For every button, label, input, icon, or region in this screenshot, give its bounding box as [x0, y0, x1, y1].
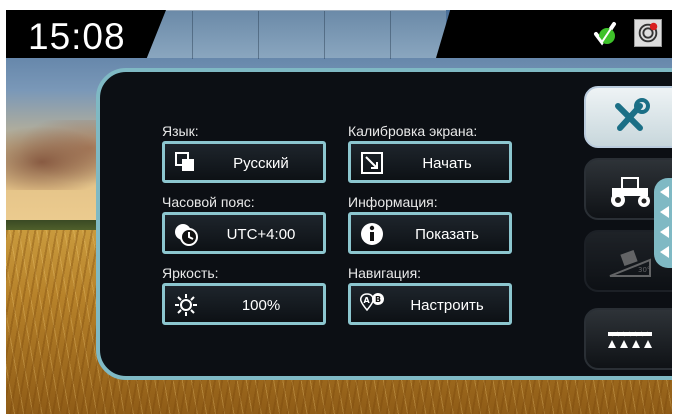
brightness-label: Яркость:	[162, 265, 219, 281]
timezone-button[interactable]: UTC+4:00	[162, 212, 326, 254]
info-button[interactable]: Показать	[348, 212, 512, 254]
info-icon	[361, 223, 383, 245]
calibration-value: Начать	[422, 155, 472, 172]
arrow-left-icon	[660, 186, 669, 198]
tab-expand-handle[interactable]	[654, 178, 672, 268]
brightness-value: 100%	[241, 297, 281, 314]
alarm-icon[interactable]	[634, 19, 662, 47]
tractor-icon	[611, 177, 650, 207]
status-bar: 15:08	[6, 10, 672, 59]
clock: 15:08	[28, 16, 126, 57]
svg-text:A: A	[364, 296, 371, 305]
language-icon	[175, 152, 194, 171]
timezone-label: Часовой пояс:	[162, 194, 255, 210]
navigation-button[interactable]: A B Настроить	[348, 283, 512, 325]
arrow-left-icon	[660, 206, 669, 218]
ab-line-icon: A B	[360, 293, 384, 312]
info-value: Показать	[415, 226, 479, 243]
device-screen: 15:08 Язык: Русский Часовой пояс: UTC+4:…	[6, 10, 672, 414]
arrow-left-icon	[660, 246, 669, 258]
tab-settings[interactable]	[584, 86, 672, 148]
gps-fix-icon[interactable]	[592, 20, 618, 46]
svg-text:30°: 30°	[638, 266, 650, 274]
wrench-screwdriver-icon	[615, 98, 650, 131]
status-bar-center	[146, 10, 446, 59]
calibrate-icon	[361, 152, 383, 174]
calibration-label: Калибровка экрана:	[348, 123, 478, 139]
tab-sprayer[interactable]	[584, 308, 672, 370]
timezone-value: UTC+4:00	[226, 226, 296, 243]
sun-icon	[175, 294, 197, 316]
language-button[interactable]: Русский	[162, 141, 326, 183]
calibration-button[interactable]: Начать	[348, 141, 512, 183]
arrow-left-icon	[660, 226, 669, 238]
info-label: Информация:	[348, 194, 438, 210]
language-label: Язык:	[162, 123, 199, 139]
clock-icon	[175, 224, 198, 246]
svg-text:B: B	[375, 295, 381, 304]
sprayer-boom-icon	[608, 331, 652, 348]
tilt-icon: 30°	[609, 249, 651, 277]
navigation-label: Навигация:	[348, 265, 422, 281]
brightness-button[interactable]: 100%	[162, 283, 326, 325]
navigation-value: Настроить	[410, 297, 484, 314]
language-value: Русский	[233, 155, 289, 172]
